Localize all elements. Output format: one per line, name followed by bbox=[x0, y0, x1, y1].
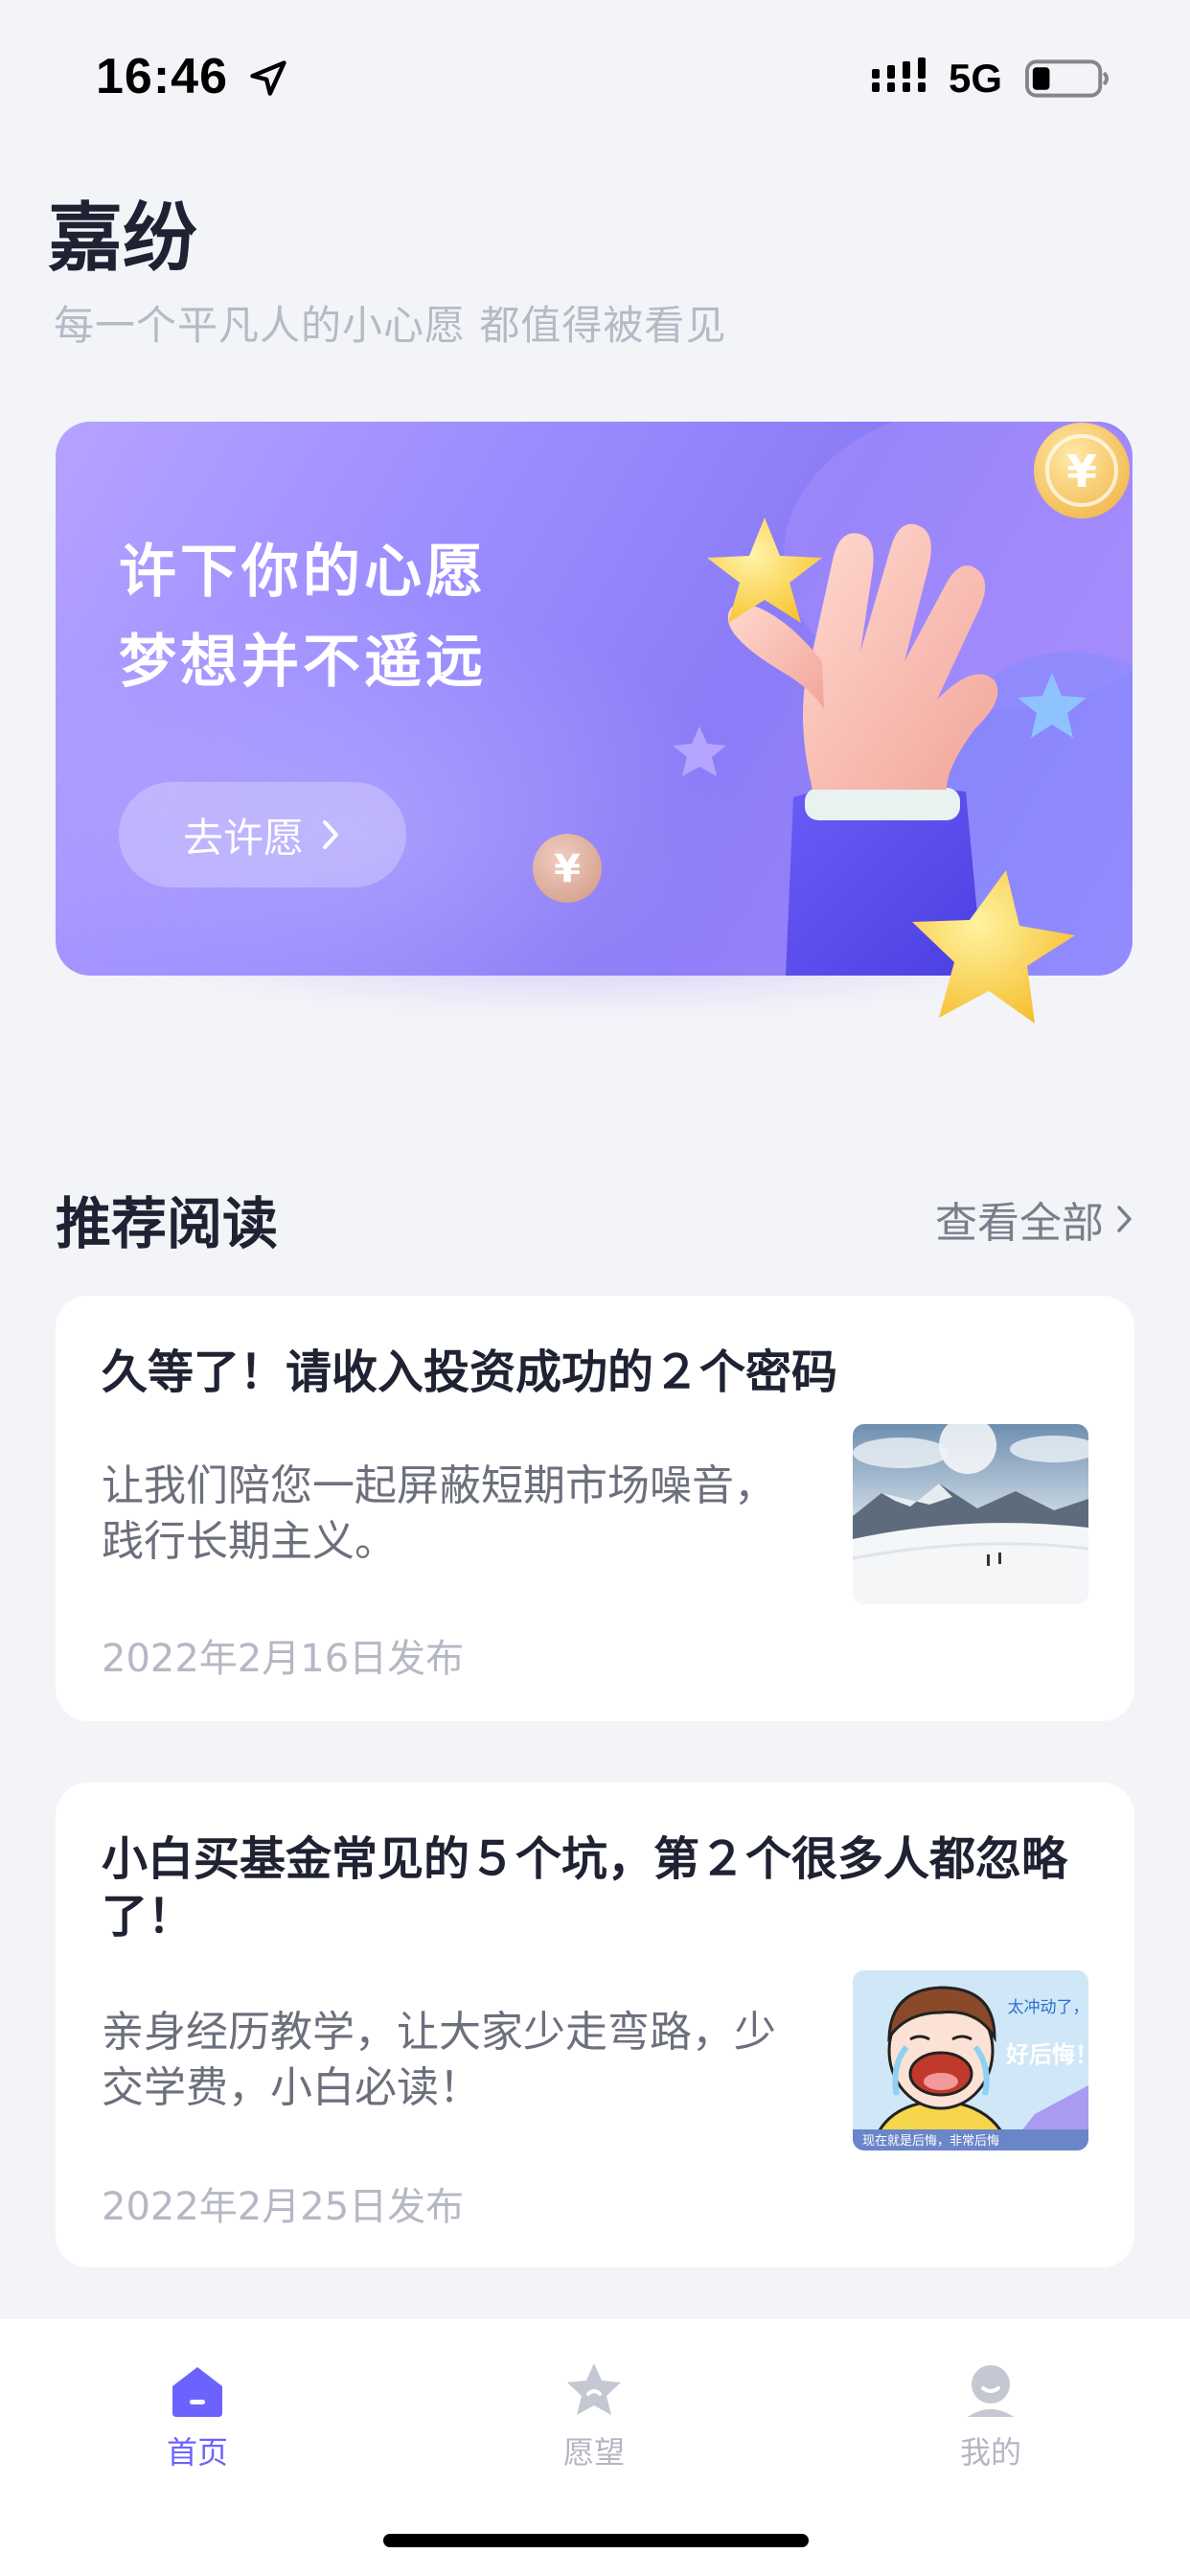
status-bar: 16:46 5G bbox=[0, 0, 1190, 153]
network-type: 5G bbox=[949, 56, 1003, 101]
battery-icon bbox=[1025, 59, 1110, 98]
svg-text:¥: ¥ bbox=[554, 847, 581, 891]
app-title: 嘉纷 bbox=[48, 196, 198, 282]
article-summary: 亲身经历教学，让大家少走弯路，少交学费，小白必读！ bbox=[102, 2008, 776, 2112]
app-subtitle: 每一个平凡人的小心愿 都值得被看见 bbox=[54, 302, 727, 349]
svg-text:现在就是后悔，非常后悔: 现在就是后悔，非常后悔 bbox=[862, 2134, 999, 2149]
tab-wish[interactable]: 愿望 bbox=[498, 2359, 690, 2484]
signal-icon bbox=[872, 58, 926, 92]
make-wish-button[interactable]: 去许愿 bbox=[119, 782, 406, 887]
coin-icon: ¥ bbox=[1034, 423, 1130, 518]
article-thumbnail bbox=[853, 1424, 1088, 1604]
article-thumbnail: 太冲动了， 好后悔！ 现在就是后悔，非常后悔 bbox=[853, 1970, 1088, 2150]
location-arrow-icon bbox=[250, 60, 286, 96]
article-date: 2022年2月16日发布 bbox=[102, 1637, 465, 1681]
article-card[interactable]: 小白买基金常见的５个坑，第２个很多人都忽略了！ 亲身经历教学，让大家少走弯路，少… bbox=[56, 1782, 1134, 2267]
view-all-link[interactable]: 查看全部 bbox=[935, 1188, 1134, 1250]
tab-profile[interactable]: 我的 bbox=[895, 2359, 1087, 2484]
article-summary: 让我们陪您一起屏蔽短期市场噪音，践行长期主义。 bbox=[102, 1461, 776, 1566]
profile-icon bbox=[968, 2365, 1014, 2417]
article-title: 久等了！请收入投资成功的２个密码 bbox=[102, 1346, 838, 1399]
svg-text:太冲动了，: 太冲动了， bbox=[1008, 1998, 1089, 2017]
tab-home-label: 首页 bbox=[166, 2434, 228, 2471]
star-icon bbox=[567, 2363, 621, 2415]
home-icon bbox=[172, 2367, 222, 2417]
article-card[interactable]: 久等了！请收入投资成功的２个密码 让我们陪您一起屏蔽短期市场噪音，践行长期主义。… bbox=[56, 1296, 1134, 1721]
section-title-reading: 推荐阅读 bbox=[56, 1191, 279, 1256]
status-time: 16:46 bbox=[96, 49, 228, 104]
article-date: 2022年2月25日发布 bbox=[102, 2185, 465, 2229]
banner-headline-1: 许下你的心愿 bbox=[119, 539, 487, 606]
svg-text:好后悔！: 好后悔！ bbox=[1005, 2041, 1088, 2068]
view-all-label: 查看全部 bbox=[935, 1199, 1104, 1248]
make-wish-label: 去许愿 bbox=[182, 814, 304, 862]
chevron-right-icon bbox=[323, 820, 338, 849]
star-decoration-icon bbox=[912, 870, 1075, 1024]
home-indicator bbox=[383, 2534, 809, 2547]
article-title: 小白买基金常见的５个坑，第２个很多人都忽略了！ bbox=[102, 1832, 1068, 1944]
svg-text:¥: ¥ bbox=[1066, 446, 1097, 497]
tab-home[interactable]: 首页 bbox=[102, 2359, 293, 2484]
tab-profile-label: 我的 bbox=[959, 2434, 1021, 2471]
chevron-right-icon bbox=[1117, 1206, 1132, 1232]
banner-headline-2: 梦想并不遥远 bbox=[119, 629, 487, 696]
tab-wish-label: 愿望 bbox=[562, 2434, 625, 2471]
